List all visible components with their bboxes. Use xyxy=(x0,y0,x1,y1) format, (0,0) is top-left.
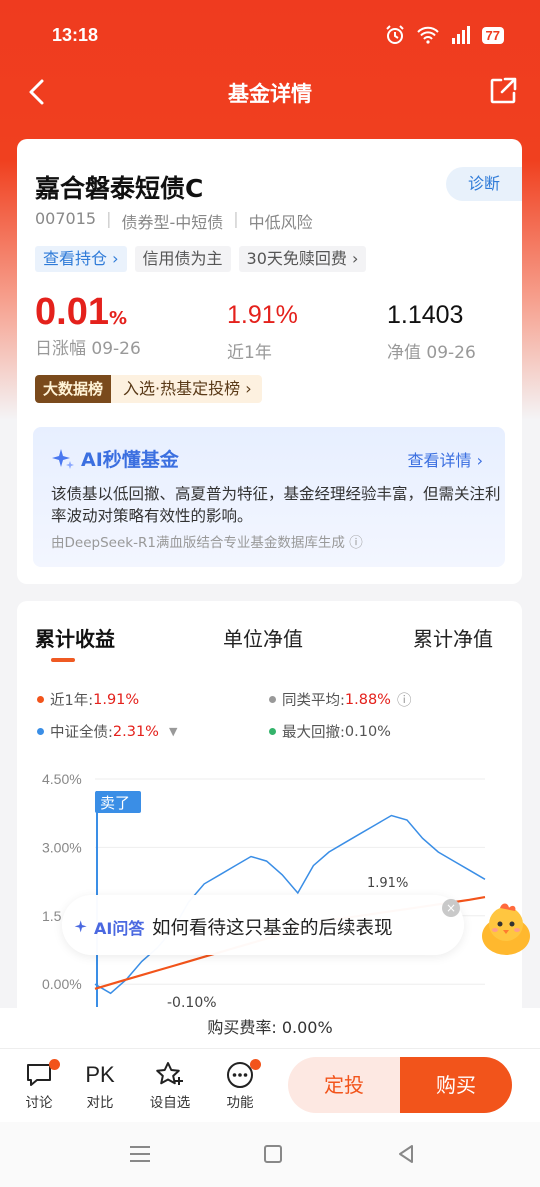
purchase-fee: 购买费率: 0.00% xyxy=(0,1008,540,1048)
page-title: 基金详情 xyxy=(228,82,312,106)
daily-change-value: 0.01 xyxy=(35,291,109,333)
fund-name: 嘉合磐泰短债C xyxy=(35,174,204,203)
end-return-label: 1.91% xyxy=(367,876,408,891)
tab-cumulative-nav[interactable]: 累计净值 xyxy=(413,623,493,652)
yearly-return: 1.91% 近1年 xyxy=(227,301,298,363)
fund-code: 007015 xyxy=(35,209,97,228)
functions-button[interactable]: 功能 xyxy=(215,1059,265,1111)
battery-indicator: 77 xyxy=(481,26,504,44)
info-icon[interactable]: ⓘ xyxy=(397,689,412,710)
tab-cumulative-return[interactable]: 累计收益 xyxy=(35,623,115,652)
share-icon[interactable] xyxy=(488,76,518,106)
ai-summary-title: AI秒懂基金 xyxy=(51,445,179,472)
active-tab-indicator xyxy=(51,658,75,662)
home-icon[interactable] xyxy=(263,1144,283,1164)
chart-tabs: 累计收益 单位净值 累计净值 xyxy=(35,623,505,663)
signal-icon xyxy=(451,26,470,44)
legend-dot xyxy=(37,696,44,703)
view-holdings-tag[interactable]: 查看持仓 › xyxy=(35,246,127,272)
legend-index[interactable]: 中证全债: 2.31% ▼ xyxy=(37,721,177,742)
pk-icon: PK xyxy=(85,1062,115,1087)
fund-metrics: 0.01% 日涨幅 09-26 1.91% 近1年 1.1403 净值 09-2… xyxy=(35,291,505,363)
status-bar: 13:18 77 xyxy=(0,0,540,62)
rank-badge: 大数据榜 xyxy=(35,375,112,403)
fund-type: 债券型-中短债 xyxy=(121,213,224,232)
buy-button[interactable]: 购买 xyxy=(400,1057,512,1113)
wifi-icon xyxy=(416,26,439,44)
notification-dot xyxy=(250,1059,261,1070)
y-tick-label: 4.50% xyxy=(42,771,82,787)
legend-peer-average: 同类平均: 1.88% ⓘ xyxy=(269,689,411,710)
yearly-return-value: 1.91% xyxy=(227,301,298,329)
bottom-action-bar: 讨论 PK 对比 设自选 功能 定投 购买 xyxy=(0,1048,540,1122)
system-navigation-bar xyxy=(0,1122,540,1187)
alarm-icon xyxy=(385,25,404,44)
redemption-fee-tag[interactable]: 30天免赎回费 › xyxy=(238,246,367,272)
legend-dot xyxy=(37,728,44,735)
credit-bond-tag: 信用债为主 xyxy=(134,246,231,272)
auto-invest-button[interactable]: 定投 xyxy=(288,1057,400,1113)
status-icons: 77 xyxy=(384,24,504,46)
y-tick-label: 0.00% xyxy=(42,976,82,992)
y-tick-label: 3.00% xyxy=(42,839,82,855)
daily-change-label: 日涨幅 09-26 xyxy=(35,339,141,359)
legend-near-year: 近1年: 1.91% xyxy=(37,689,139,710)
fund-meta: 007015 | 债券型-中短债 | 中低风险 xyxy=(35,209,313,233)
ai-summary-box: AI秒懂基金 查看详情 › 该债基以低回撤、高夏普为特征，基金经理经验丰富，但需… xyxy=(33,427,505,567)
legend-dot xyxy=(269,728,276,735)
fund-tags: 查看持仓 › 信用债为主 30天免赎回费 › xyxy=(35,246,367,272)
tab-unit-nav[interactable]: 单位净值 xyxy=(223,623,303,652)
daily-change: 0.01% 日涨幅 09-26 xyxy=(35,291,141,359)
ai-qa-question: 如何看待这只基金的后续表现 xyxy=(152,918,393,939)
net-value: 1.1403 净值 09-26 xyxy=(387,301,476,363)
legend-drawdown: 最大回撤: 0.10% xyxy=(269,721,391,742)
rank-text: 入选·热基定投榜 › xyxy=(111,375,262,403)
y-tick-label: 1.5 xyxy=(42,908,62,924)
rank-banner[interactable]: 大数据榜 入选·热基定投榜 › xyxy=(35,375,262,403)
more-icon xyxy=(215,1059,265,1091)
notification-dot xyxy=(49,1059,60,1070)
compare-button[interactable]: PK 对比 xyxy=(75,1059,125,1111)
sell-tag-label: 卖了 xyxy=(100,794,130,812)
ai-summary-text: 该债基以低回撤、高夏普为特征，基金经理经验丰富，但需关注利率波动对策略有效性的影… xyxy=(51,485,501,525)
nav-bar: 基金详情 xyxy=(0,62,540,122)
legend-dot xyxy=(269,696,276,703)
caret-down-icon: ▼ xyxy=(168,725,178,738)
chevron-right-icon: › xyxy=(245,379,252,398)
chat-icon xyxy=(14,1059,64,1091)
star-icon xyxy=(145,1059,195,1091)
chevron-right-icon: › xyxy=(476,451,483,470)
net-value-label: 净值 09-26 xyxy=(387,343,476,363)
close-icon[interactable]: × xyxy=(442,899,460,917)
add-watchlist-button[interactable]: 设自选 xyxy=(145,1059,195,1111)
separator: | xyxy=(106,209,112,228)
chevron-right-icon: › xyxy=(112,249,119,268)
diagnose-button[interactable]: 诊断 xyxy=(446,167,522,201)
status-time: 13:18 xyxy=(52,25,99,45)
return-chart[interactable]: 4.50%3.00%1.50.00%卖了-0.10%1.91% xyxy=(17,761,522,1011)
chevron-right-icon: › xyxy=(352,249,359,268)
ai-qa-bubble[interactable]: AI问答 如何看待这只基金的后续表现 × xyxy=(62,895,464,955)
sparkle-icon xyxy=(74,920,87,933)
back-icon[interactable] xyxy=(396,1144,416,1164)
info-icon[interactable]: ⓘ xyxy=(349,535,363,551)
daily-change-unit: % xyxy=(108,308,128,329)
net-value-value: 1.1403 xyxy=(387,301,464,329)
yearly-return-label: 近1年 xyxy=(227,343,272,363)
ai-view-details-link[interactable]: 查看详情 › xyxy=(407,447,483,471)
chick-mascot-icon[interactable] xyxy=(476,900,536,958)
separator: | xyxy=(233,209,239,228)
discuss-button[interactable]: 讨论 xyxy=(14,1059,64,1111)
performance-chart-card: 累计收益 单位净值 累计净值 近1年: 1.91% 同类平均: 1.88% ⓘ 中证… xyxy=(17,601,522,1021)
fund-risk: 中低风险 xyxy=(248,213,313,232)
ai-qa-tag: AI问答 xyxy=(74,915,144,939)
recent-apps-icon[interactable] xyxy=(128,1144,152,1164)
sparkle-icon xyxy=(52,448,74,469)
ai-source-note: 由DeepSeek-R1满血版结合专业基金数据库生成 ⓘ xyxy=(51,535,363,551)
fund-summary-card: 嘉合磐泰短债C 诊断 007015 | 债券型-中短债 | 中低风险 查看持仓 … xyxy=(17,139,522,584)
